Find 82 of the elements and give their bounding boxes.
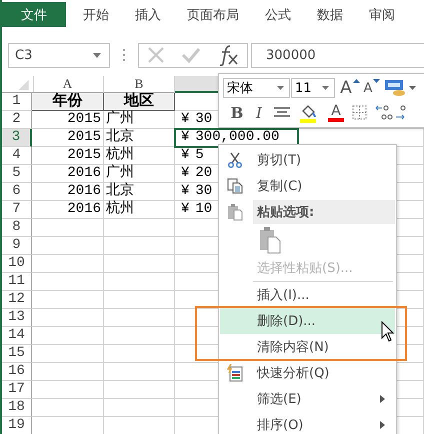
table-cell: 2015 [32, 111, 104, 129]
table-cell: 年份 [32, 93, 104, 111]
table-cell: ¥ 300,000.00 [175, 129, 298, 147]
formula-field[interactable]: 300000 [251, 42, 424, 68]
function-icon[interactable] [217, 44, 239, 66]
font-size-field[interactable]: 11 [291, 78, 335, 98]
table-cell [32, 255, 104, 273]
row-header[interactable]: 6 [2, 183, 32, 201]
table-cell [32, 309, 104, 327]
table-cell: 地区 [104, 93, 175, 111]
row-header[interactable]: 18 [2, 399, 32, 417]
table-cell [32, 237, 104, 255]
menu-item[interactable]: 删除(D)... [220, 308, 395, 334]
clipboard-icon [227, 203, 243, 221]
check-icon[interactable] [181, 47, 201, 63]
table-cell [32, 327, 104, 345]
row-header[interactable]: 12 [2, 291, 32, 309]
ribbon-tab[interactable]: 开始 [70, 2, 122, 27]
table-cell [32, 363, 104, 381]
row-header[interactable]: 10 [2, 255, 32, 273]
select-all-icon[interactable] [2, 76, 34, 93]
grip-icon [123, 48, 126, 62]
caret-down-icon [373, 79, 380, 83]
dropdown-icon [322, 86, 329, 90]
paste-icon[interactable] [259, 226, 281, 254]
table-cell: 广州 [104, 165, 175, 183]
table-cell [32, 291, 104, 309]
ribbon-tab[interactable]: 数据 [304, 2, 356, 27]
ribbon-tab[interactable]: 页面布局 [174, 2, 252, 27]
menu-item[interactable]: 排序(O) [220, 412, 395, 434]
menu-item[interactable]: 插入(I)... [220, 282, 395, 308]
font-color-button[interactable]: A [323, 102, 349, 124]
table-cell [32, 273, 104, 291]
table-cell: 2016 [32, 201, 104, 219]
submenu-arrow-icon [380, 421, 385, 429]
table-cell [32, 219, 104, 237]
row-header[interactable]: 3 [2, 129, 32, 147]
row-header[interactable]: 16 [2, 363, 32, 381]
table-cell: 2015 [32, 147, 104, 165]
row-header[interactable]: 15 [2, 345, 32, 363]
ribbon-tab[interactable]: 插入 [122, 2, 174, 27]
font-field[interactable]: 宋体 [223, 78, 290, 98]
ribbon-tab[interactable]: 公式 [252, 2, 304, 27]
scissors-icon [227, 152, 243, 168]
dropdown-icon [93, 52, 101, 58]
row-header[interactable]: 14 [2, 327, 32, 345]
grow-font-button[interactable]: A [340, 77, 360, 99]
copy-icon [227, 178, 243, 194]
table-cell: 杭州 [104, 147, 175, 165]
row-header[interactable]: 5 [2, 165, 32, 183]
caret-up-icon [352, 79, 360, 83]
cell-format-button[interactable] [384, 78, 418, 98]
table-cell: 2015 [32, 129, 104, 147]
menu-item[interactable]: 筛选(E) [220, 386, 395, 412]
table-cell: 广州 [104, 111, 175, 129]
format-icon [384, 78, 418, 98]
mouse-cursor-icon [381, 321, 394, 342]
shrink-font-button[interactable]: A [362, 77, 382, 99]
submenu-arrow-icon [380, 395, 385, 403]
table-cell: 北京 [104, 183, 175, 201]
name-box[interactable]: C3 [8, 42, 110, 68]
row-header[interactable]: 4 [2, 147, 32, 165]
table-cell [32, 399, 104, 417]
dropdown-icon [277, 86, 284, 90]
ribbon-tab[interactable]: 文件 [2, 2, 66, 27]
row-header[interactable]: 8 [2, 219, 32, 237]
ribbon-tab[interactable]: 审阅 [356, 2, 408, 27]
row-header[interactable]: 19 [2, 417, 32, 434]
row-header[interactable]: 7 [2, 201, 32, 219]
row-header[interactable]: 17 [2, 381, 32, 399]
table-cell: 北京 [104, 129, 175, 147]
table-cell [32, 381, 104, 399]
table-cell [32, 345, 104, 363]
table-cell: 2016 [32, 165, 104, 183]
table-cell: 2016 [32, 183, 104, 201]
row-header[interactable]: 11 [2, 273, 32, 291]
table-cell: 杭州 [104, 201, 175, 219]
menu-item[interactable]: 快速分析(Q) [220, 360, 395, 386]
quick-analysis-icon [227, 364, 243, 382]
menu-section-header: 粘贴选项: [253, 200, 395, 224]
row-header[interactable]: 9 [2, 237, 32, 255]
row-header[interactable]: 13 [2, 309, 32, 327]
